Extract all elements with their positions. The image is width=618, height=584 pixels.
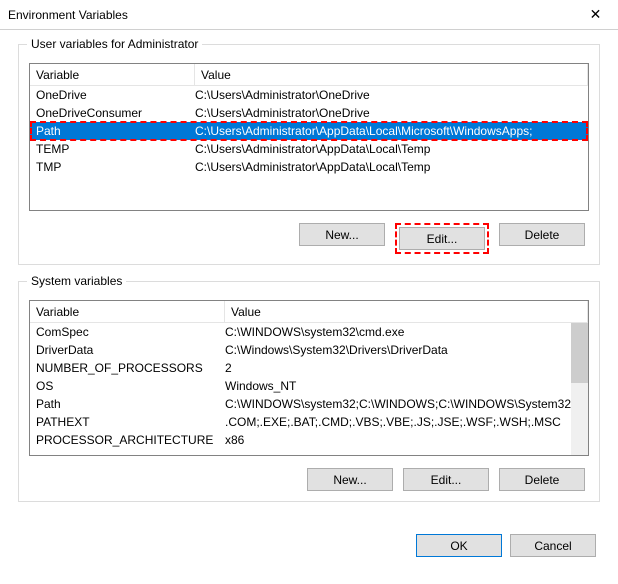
table-header: Variable Value bbox=[30, 301, 588, 323]
table-row[interactable]: TMP C:\Users\Administrator\AppData\Local… bbox=[30, 158, 588, 176]
user-delete-button[interactable]: Delete bbox=[499, 223, 585, 246]
user-variables-table[interactable]: Variable Value OneDrive C:\Users\Adminis… bbox=[29, 63, 589, 211]
table-row[interactable]: TEMP C:\Users\Administrator\AppData\Loca… bbox=[30, 140, 588, 158]
title-bar: Environment Variables ✕ bbox=[0, 0, 618, 30]
system-variables-group: System variables Variable Value ComSpec … bbox=[18, 281, 600, 502]
column-header-value[interactable]: Value bbox=[195, 64, 588, 85]
table-row[interactable]: PROCESSOR_ARCHITECTURE x86 bbox=[30, 431, 588, 449]
system-group-label: System variables bbox=[27, 274, 126, 288]
table-row[interactable]: Path C:\WINDOWS\system32;C:\WINDOWS;C:\W… bbox=[30, 395, 588, 413]
system-new-button[interactable]: New... bbox=[307, 468, 393, 491]
table-row[interactable]: NUMBER_OF_PROCESSORS 2 bbox=[30, 359, 588, 377]
user-edit-button[interactable]: Edit... bbox=[399, 227, 485, 250]
system-variables-table[interactable]: Variable Value ComSpec C:\WINDOWS\system… bbox=[29, 300, 589, 456]
system-delete-button[interactable]: Delete bbox=[499, 468, 585, 491]
table-row[interactable]: OneDrive C:\Users\Administrator\OneDrive bbox=[30, 86, 588, 104]
scrollbar[interactable] bbox=[571, 323, 588, 455]
table-row[interactable]: PATHEXT .COM;.EXE;.BAT;.CMD;.VBS;.VBE;.J… bbox=[30, 413, 588, 431]
highlight-annotation: Edit... bbox=[395, 223, 489, 254]
cancel-button[interactable]: Cancel bbox=[510, 534, 596, 557]
column-header-value[interactable]: Value bbox=[225, 301, 588, 322]
table-header: Variable Value bbox=[30, 64, 588, 86]
window-title: Environment Variables bbox=[8, 8, 573, 22]
table-row[interactable]: DriverData C:\Windows\System32\Drivers\D… bbox=[30, 341, 588, 359]
table-row[interactable]: ComSpec C:\WINDOWS\system32\cmd.exe bbox=[30, 323, 588, 341]
table-row[interactable]: OneDriveConsumer C:\Users\Administrator\… bbox=[30, 104, 588, 122]
column-header-variable[interactable]: Variable bbox=[30, 301, 225, 322]
table-row[interactable]: OS Windows_NT bbox=[30, 377, 588, 395]
close-button[interactable]: ✕ bbox=[573, 0, 618, 30]
user-variables-group: User variables for Administrator Variabl… bbox=[18, 44, 600, 265]
scroll-thumb[interactable] bbox=[571, 323, 588, 383]
ok-button[interactable]: OK bbox=[416, 534, 502, 557]
column-header-variable[interactable]: Variable bbox=[30, 64, 195, 85]
user-group-label: User variables for Administrator bbox=[27, 37, 202, 51]
user-new-button[interactable]: New... bbox=[299, 223, 385, 246]
table-row-selected[interactable]: Path C:\Users\Administrator\AppData\Loca… bbox=[30, 122, 588, 140]
system-edit-button[interactable]: Edit... bbox=[403, 468, 489, 491]
